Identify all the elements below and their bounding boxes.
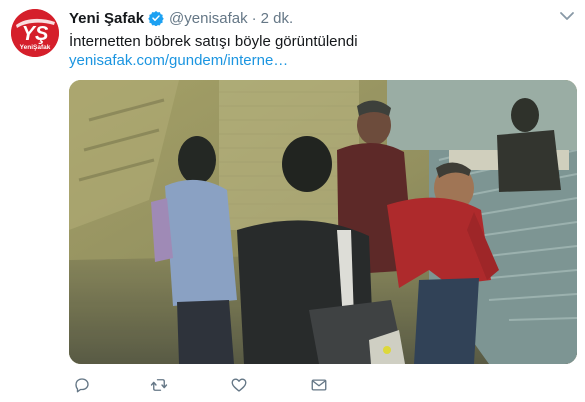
tweet-text: İnternetten böbrek satışı böyle görüntül… — [69, 33, 358, 50]
tweet-link[interactable]: yenisafak.com/gundem/interne… — [69, 51, 288, 71]
author-name[interactable]: Yeni Şafak — [69, 10, 144, 27]
tweet-media-photo[interactable] — [69, 80, 577, 364]
cctv-photo-image — [69, 80, 577, 364]
avatar[interactable]: YŞ YeniŞafak — [11, 9, 59, 57]
direct-message-icon[interactable] — [308, 374, 330, 396]
tweet[interactable]: YŞ YeniŞafak Yeni Şafak @yenisafak · 2 d… — [0, 0, 585, 402]
like-icon[interactable] — [228, 374, 250, 396]
reply-icon[interactable] — [71, 374, 93, 396]
retweet-icon[interactable] — [148, 374, 170, 396]
chevron-down-icon[interactable] — [559, 10, 575, 22]
separator-dot: · — [251, 9, 257, 27]
tweet-header: Yeni Şafak @yenisafak · 2 dk. — [69, 8, 293, 28]
logo-letters: YŞ — [22, 23, 49, 45]
tweet-timestamp[interactable]: 2 dk. — [261, 10, 294, 27]
tweet-actions — [69, 374, 549, 396]
verified-badge-icon — [148, 10, 164, 26]
author-handle[interactable]: @yenisafak — [169, 10, 248, 27]
yeni-safak-logo: YŞ YeniŞafak — [11, 9, 59, 57]
logo-wordmark: YeniŞafak — [20, 44, 51, 51]
